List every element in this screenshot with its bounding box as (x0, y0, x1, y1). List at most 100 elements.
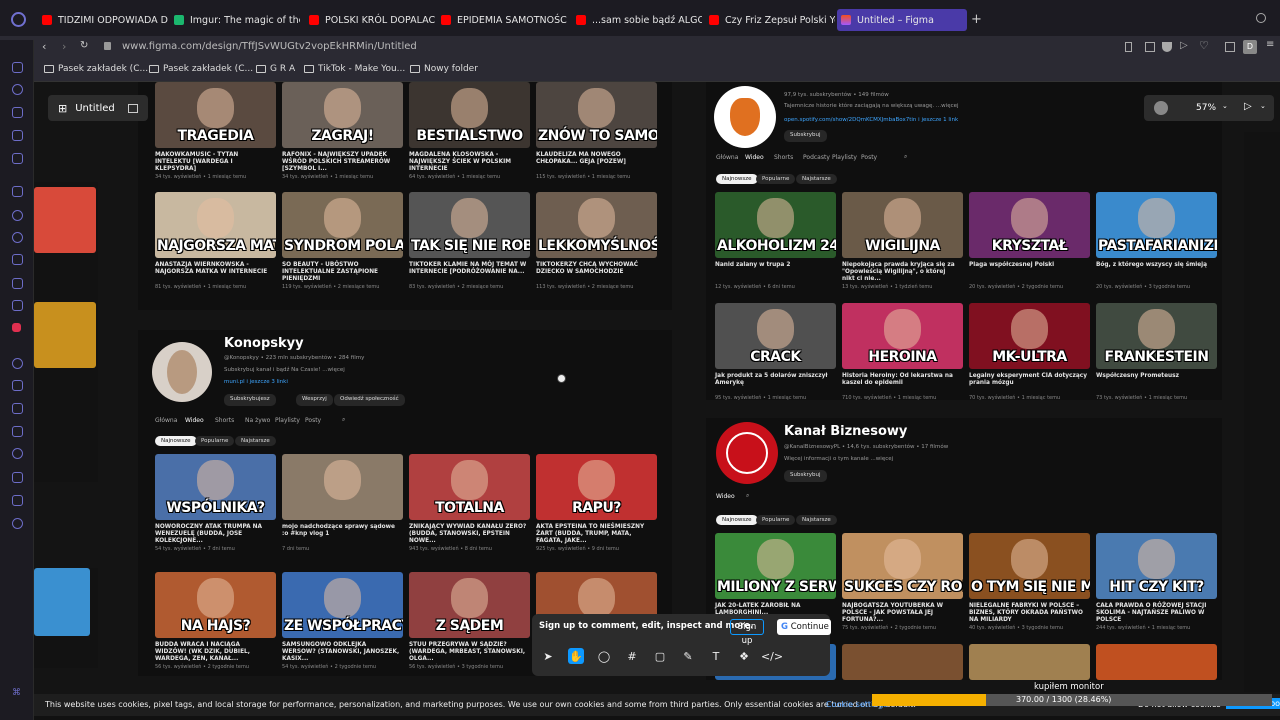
browser-logo-icon[interactable] (11, 12, 26, 27)
video-thumbnail[interactable] (282, 454, 403, 520)
video-title[interactable]: NOWOROCZNY ATAK TRUMPA NA WENEZUELĘ (BUD… (155, 524, 273, 545)
video-title[interactable]: MAKOWKAMUSIC - TYTAN INTELEKTU [WARDEGA … (155, 152, 273, 173)
subscribe-button[interactable]: Subskrybuj (784, 130, 827, 142)
frame-partial-right[interactable] (1244, 132, 1280, 692)
video-thumbnail[interactable]: RAPU? (536, 454, 657, 520)
video-title[interactable]: NAJBOGATSZA YOUTUBERKA W POLSCE - JAK PO… (842, 603, 960, 624)
video-thumbnail[interactable]: HIT CZY KIT? (1096, 533, 1217, 599)
channel-nav-tab[interactable]: Wideo (745, 154, 764, 161)
video-title[interactable]: CAŁA PRAWDA O RÓŻOWEJ STACJI SKOLIMA - N… (1096, 603, 1214, 624)
send-icon[interactable] (12, 380, 23, 391)
bookmark-item[interactable]: Pasek zakładek (C... (44, 64, 148, 74)
settings-icon[interactable] (12, 518, 23, 529)
sign-up-button[interactable]: Sign up (730, 619, 764, 646)
video-thumbnail[interactable]: PASTAFARIANIZM (1096, 192, 1217, 258)
wallet-icon[interactable] (12, 426, 23, 437)
image-icon[interactable] (12, 130, 23, 141)
video-title[interactable]: mojo nadchodzące sprawy sądowe :o #knp v… (282, 524, 400, 538)
video-thumbnail[interactable]: KRYSZTAŁ (969, 192, 1090, 258)
video-title[interactable]: AKTA EPSTEINA TO NIEŚMIESZNY ŻART (BUDDA… (536, 524, 654, 545)
mail-icon[interactable] (12, 62, 23, 73)
text-tool-icon[interactable]: T (708, 648, 724, 664)
video-thumbnail[interactable] (34, 302, 96, 368)
video-title[interactable]: ZNIKAJĄCY WYWIAD KANAŁU ZERO? (BUDDA, ST… (409, 524, 527, 545)
video-thumbnail[interactable]: SYNDROM POLAKA (282, 192, 403, 258)
video-title[interactable]: Współczesny Prometeusz (1096, 373, 1214, 380)
more-icon[interactable]: ⌘ (12, 688, 23, 699)
pen-tool-icon[interactable]: ✎ (680, 648, 696, 664)
video-thumbnail[interactable]: NA HAJS? (155, 572, 276, 638)
filter-chip[interactable]: Najstarsze (235, 436, 276, 446)
community-button[interactable]: Odwiedź społeczność (334, 394, 405, 406)
channel-nav-tab[interactable]: Główna (716, 154, 738, 161)
comment-tool-icon[interactable]: ◯ (596, 648, 612, 664)
back-icon[interactable]: ‹ (42, 40, 46, 53)
bookmark-icon[interactable] (1125, 42, 1132, 52)
video-title[interactable]: SAMSUNGOWO ODKLEJKA WERSOW? (STANOWSKI, … (282, 642, 400, 663)
video-thumbnail[interactable] (34, 187, 96, 253)
shield-icon[interactable] (1162, 42, 1172, 52)
user-avatar-icon[interactable] (1154, 101, 1168, 115)
filter-chip[interactable]: Popularne (756, 515, 796, 525)
channel-avatar[interactable] (714, 86, 776, 148)
video-thumbnail[interactable]: Z SĄDEM (409, 572, 530, 638)
x-icon[interactable] (12, 278, 23, 289)
video-thumbnail[interactable]: MK-ULTRA (969, 303, 1090, 369)
pocket-icon[interactable] (12, 323, 21, 332)
heart-icon[interactable]: ♡ (1199, 39, 1209, 52)
filter-chip[interactable]: Najstarsze (796, 174, 837, 184)
video-title[interactable]: Nanid zalany w trupa 2 (715, 262, 833, 269)
dev-mode-icon[interactable]: </> (761, 648, 783, 664)
browser-tab[interactable]: POLSKI KRÓL DOPALACZ (305, 10, 435, 30)
hand-tool-icon[interactable]: ✋ (568, 648, 584, 664)
frame-channel-opowiesci[interactable]: 97,9 tys. subskrybentów • 149 filmów Taje… (706, 82, 1222, 401)
video-thumbnail[interactable]: FRANKESTEIN (1096, 303, 1217, 369)
bookmark-item[interactable]: Nowy folder (410, 64, 478, 74)
video-thumbnail[interactable]: ALKOHOLIZM 24/7 (715, 192, 836, 258)
browser-tab[interactable]: Czy Friz Zepsuł Polski You (705, 10, 835, 30)
frame-channel-top-left[interactable]: TRAGEDIA MAKOWKAMUSIC - TYTAN INTELEKTU [… (138, 82, 672, 310)
video-thumbnail[interactable]: LEKKOMYŚLNOŚĆ (536, 192, 657, 258)
channel-nav-tab[interactable]: Playlisty (832, 154, 857, 161)
bookmark-item[interactable]: Pasek zakładek (C... (149, 64, 253, 74)
channel-nav-tab[interactable]: Shorts (215, 417, 234, 424)
video-thumbnail[interactable]: TAK SIĘ NIE ROBI (409, 192, 530, 258)
video-thumbnail[interactable]: BESTIALSTWO (409, 82, 530, 148)
video-title[interactable]: MAGDALENA KLOSOWSKA - NAJWIĘKSZY ŚCIEK W… (409, 152, 527, 173)
robot-icon[interactable] (12, 107, 23, 118)
video-thumbnail[interactable]: O TYM SIĘ NIE MÓWI (969, 533, 1090, 599)
channel-links[interactable]: open.spotify.com/show/2DQmKCMXJmbaBox7ti… (784, 117, 958, 123)
filter-chip[interactable]: Najnowsze (716, 515, 758, 525)
lock-icon[interactable] (104, 42, 111, 50)
search-icon[interactable]: ⌕ (904, 153, 907, 161)
video-thumbnail[interactable]: WSPÓLNIKA? (155, 454, 276, 520)
channel-nav-tab[interactable]: Główna (155, 417, 177, 424)
video-title[interactable]: Bóg, z którego wszyscy się śmieją (1096, 262, 1214, 269)
channel-nav-tab[interactable]: Wideo (716, 493, 735, 500)
frame-partial-left-2[interactable] (34, 568, 98, 668)
video-title[interactable]: Jak produkt za 5 dolarów zniszczył Amery… (715, 373, 833, 387)
filter-chip[interactable]: Najstarsze (796, 515, 837, 525)
video-thumbnail[interactable]: TRAGEDIA (155, 82, 276, 148)
browser-tab[interactable]: TIDZIMI ODPOWIADA DO (38, 10, 168, 30)
music-icon[interactable] (12, 358, 23, 369)
video-title[interactable]: BUDDA WRACA I NACIĄGA WIDZÓW! (WK DZIK, … (155, 642, 273, 663)
filter-chip[interactable]: Najnowsze (716, 174, 758, 184)
search-icon[interactable] (1256, 13, 1266, 23)
components-tool-icon[interactable]: ❖ (736, 648, 752, 664)
search-icon[interactable]: ⌕ (342, 416, 345, 424)
twitch-icon[interactable] (12, 186, 23, 197)
move-tool-icon[interactable]: ➤ (540, 648, 556, 664)
forward-icon[interactable]: › (62, 40, 66, 53)
panel-toggle-icon[interactable] (128, 103, 138, 113)
extensions-icon[interactable] (12, 495, 23, 506)
reload-icon[interactable]: ↻ (80, 40, 88, 51)
video-thumbnail[interactable] (1096, 644, 1217, 680)
channel-avatar[interactable] (716, 422, 778, 484)
video-thumbnail[interactable]: CRACK (715, 303, 836, 369)
search-icon[interactable]: ⌕ (746, 492, 749, 500)
channel-nav-tab[interactable]: Na żywo (245, 417, 270, 424)
browser-tab[interactable]: Untitled – Figma (837, 9, 967, 31)
discord-icon[interactable] (12, 300, 23, 311)
video-thumbnail[interactable]: TOTALNA (409, 454, 530, 520)
